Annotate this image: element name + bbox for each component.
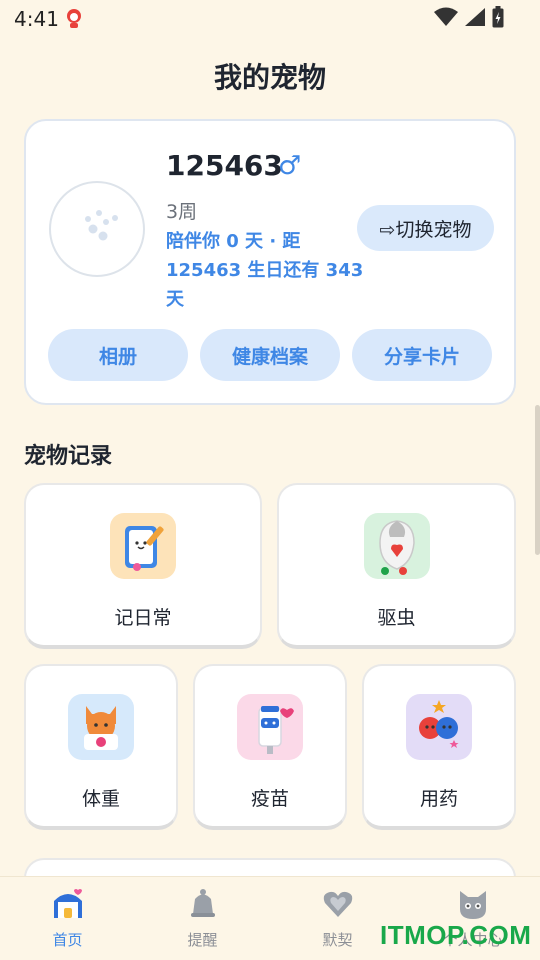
album-button[interactable]: 相册	[48, 329, 188, 381]
deworm-icon	[363, 513, 430, 579]
signal-icon	[464, 7, 486, 31]
health-record-button[interactable]: 健康档案	[200, 329, 340, 381]
home-icon	[51, 887, 85, 921]
nav-item-reminder[interactable]: 提醒	[135, 877, 270, 960]
vaccine-icon	[237, 694, 303, 760]
record-label-medicine: 用药	[419, 788, 458, 810]
switch-pet-button[interactable]: ⇨切换宠物	[357, 205, 494, 251]
share-card-button[interactable]: 分享卡片	[352, 329, 492, 381]
status-time: 4:41	[14, 7, 59, 31]
watermark: ITMOP.COM	[380, 920, 532, 950]
diary-icon	[110, 513, 176, 579]
record-label-diary: 记日常	[114, 607, 172, 629]
record-card-weight[interactable]: 体重	[24, 664, 178, 830]
pet-profile-card: 125463 ♂ 3周 陪伴你 0 天 · 距 125463 生日还有 343 …	[24, 119, 516, 405]
record-label-deworm: 驱虫	[377, 607, 416, 629]
scrollbar[interactable]	[535, 405, 540, 555]
record-label-weight: 体重	[81, 788, 120, 810]
heart-icon	[321, 887, 355, 921]
status-bar: 4:41	[0, 0, 540, 36]
nav-label-reminder: 提醒	[187, 931, 218, 949]
record-card-deworm[interactable]: 驱虫	[277, 483, 516, 649]
pet-avatar[interactable]	[49, 181, 145, 277]
switch-pet-label: ⇨切换宠物	[379, 218, 472, 241]
male-gender-icon: ♂	[278, 151, 302, 181]
record-card-vaccine[interactable]: 疫苗	[193, 664, 347, 830]
nav-label-home: 首页	[52, 931, 83, 949]
nav-item-home[interactable]: 首页	[0, 877, 135, 960]
page-title: 我的宠物	[213, 61, 326, 94]
cat-icon	[456, 887, 490, 921]
app-notification-icon	[62, 6, 86, 30]
pet-records-title: 宠物记录	[24, 444, 113, 469]
record-card-medicine[interactable]: 用药	[362, 664, 516, 830]
bell-icon	[186, 887, 220, 921]
medicine-icon	[406, 694, 472, 760]
pet-companion-info: 陪伴你 0 天 · 距 125463 生日还有 343 天	[166, 231, 364, 310]
loading-dots-icon	[85, 210, 118, 241]
record-card-diary[interactable]: 记日常	[24, 483, 262, 649]
pet-name: 125463	[166, 149, 283, 182]
weight-icon	[68, 694, 134, 760]
battery-icon	[492, 6, 504, 32]
wifi-icon	[434, 7, 458, 31]
pet-age: 3周	[166, 201, 198, 223]
record-label-vaccine: 疫苗	[250, 788, 289, 810]
